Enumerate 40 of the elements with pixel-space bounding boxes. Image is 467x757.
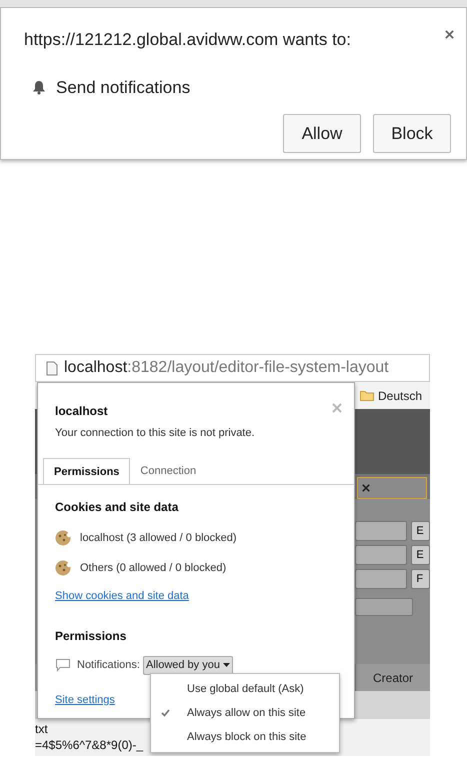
close-icon[interactable]	[445, 30, 454, 39]
address-bar[interactable]: localhost:8182/layout/editor-file-system-layout	[35, 354, 430, 382]
cookie-icon	[55, 530, 71, 546]
side-button[interactable]: E	[411, 545, 430, 565]
url-text: localhost:8182/layout/editor-file-system-layout	[64, 358, 389, 378]
check-icon	[161, 709, 170, 717]
speech-bubble-icon	[55, 658, 71, 672]
section-heading: Cookies and site data	[55, 498, 180, 516]
connection-status: Your connection to this site is not private.	[55, 426, 256, 441]
prompt-message: https://121212.global.avidww.com wants to:	[24, 29, 352, 51]
cookie-entry[interactable]: localhost (3 allowed / 0 blocked)	[80, 530, 237, 546]
side-button[interactable]: E	[411, 521, 430, 541]
bell-icon	[32, 80, 46, 95]
file-text: =4$5%6^7&8*9(0)-_	[35, 737, 144, 753]
prompt-button[interactable]: Block	[373, 114, 451, 153]
input-field[interactable]	[355, 521, 408, 541]
popup-tab[interactable]: Permissions	[43, 458, 130, 484]
close-icon[interactable]	[362, 484, 370, 492]
side-button[interactable]: F	[411, 569, 430, 589]
cookie-icon	[55, 560, 71, 576]
menu-item[interactable]: Use global default (Ask)	[151, 677, 339, 701]
site-title: localhost	[55, 403, 109, 420]
permission-name: Notifications:	[77, 658, 140, 673]
input-field[interactable]	[355, 569, 408, 589]
folder-icon	[360, 390, 374, 401]
cookies-link[interactable]: Show cookies and site data	[55, 590, 189, 602]
page-icon	[46, 360, 58, 376]
permission-dropdown[interactable]: Allowed by you	[142, 656, 233, 674]
cookie-entry[interactable]: Others (0 allowed / 0 blocked)	[80, 560, 226, 576]
popup-tab[interactable]: Connection	[130, 458, 206, 484]
permission-label: Send notifications	[56, 76, 190, 98]
section-heading: Permissions	[55, 628, 128, 644]
menu-item[interactable]: Always block on this site	[151, 725, 339, 749]
bookmark-label[interactable]: Deutsch	[378, 386, 422, 404]
dropdown-field[interactable]	[355, 598, 413, 616]
input-field[interactable]	[355, 545, 408, 565]
settings-link[interactable]: Site settings	[55, 694, 115, 706]
file-text: txt	[35, 721, 48, 737]
menu-item[interactable]: Always allow on this site	[151, 701, 339, 725]
prompt-button[interactable]: Allow	[283, 114, 361, 153]
